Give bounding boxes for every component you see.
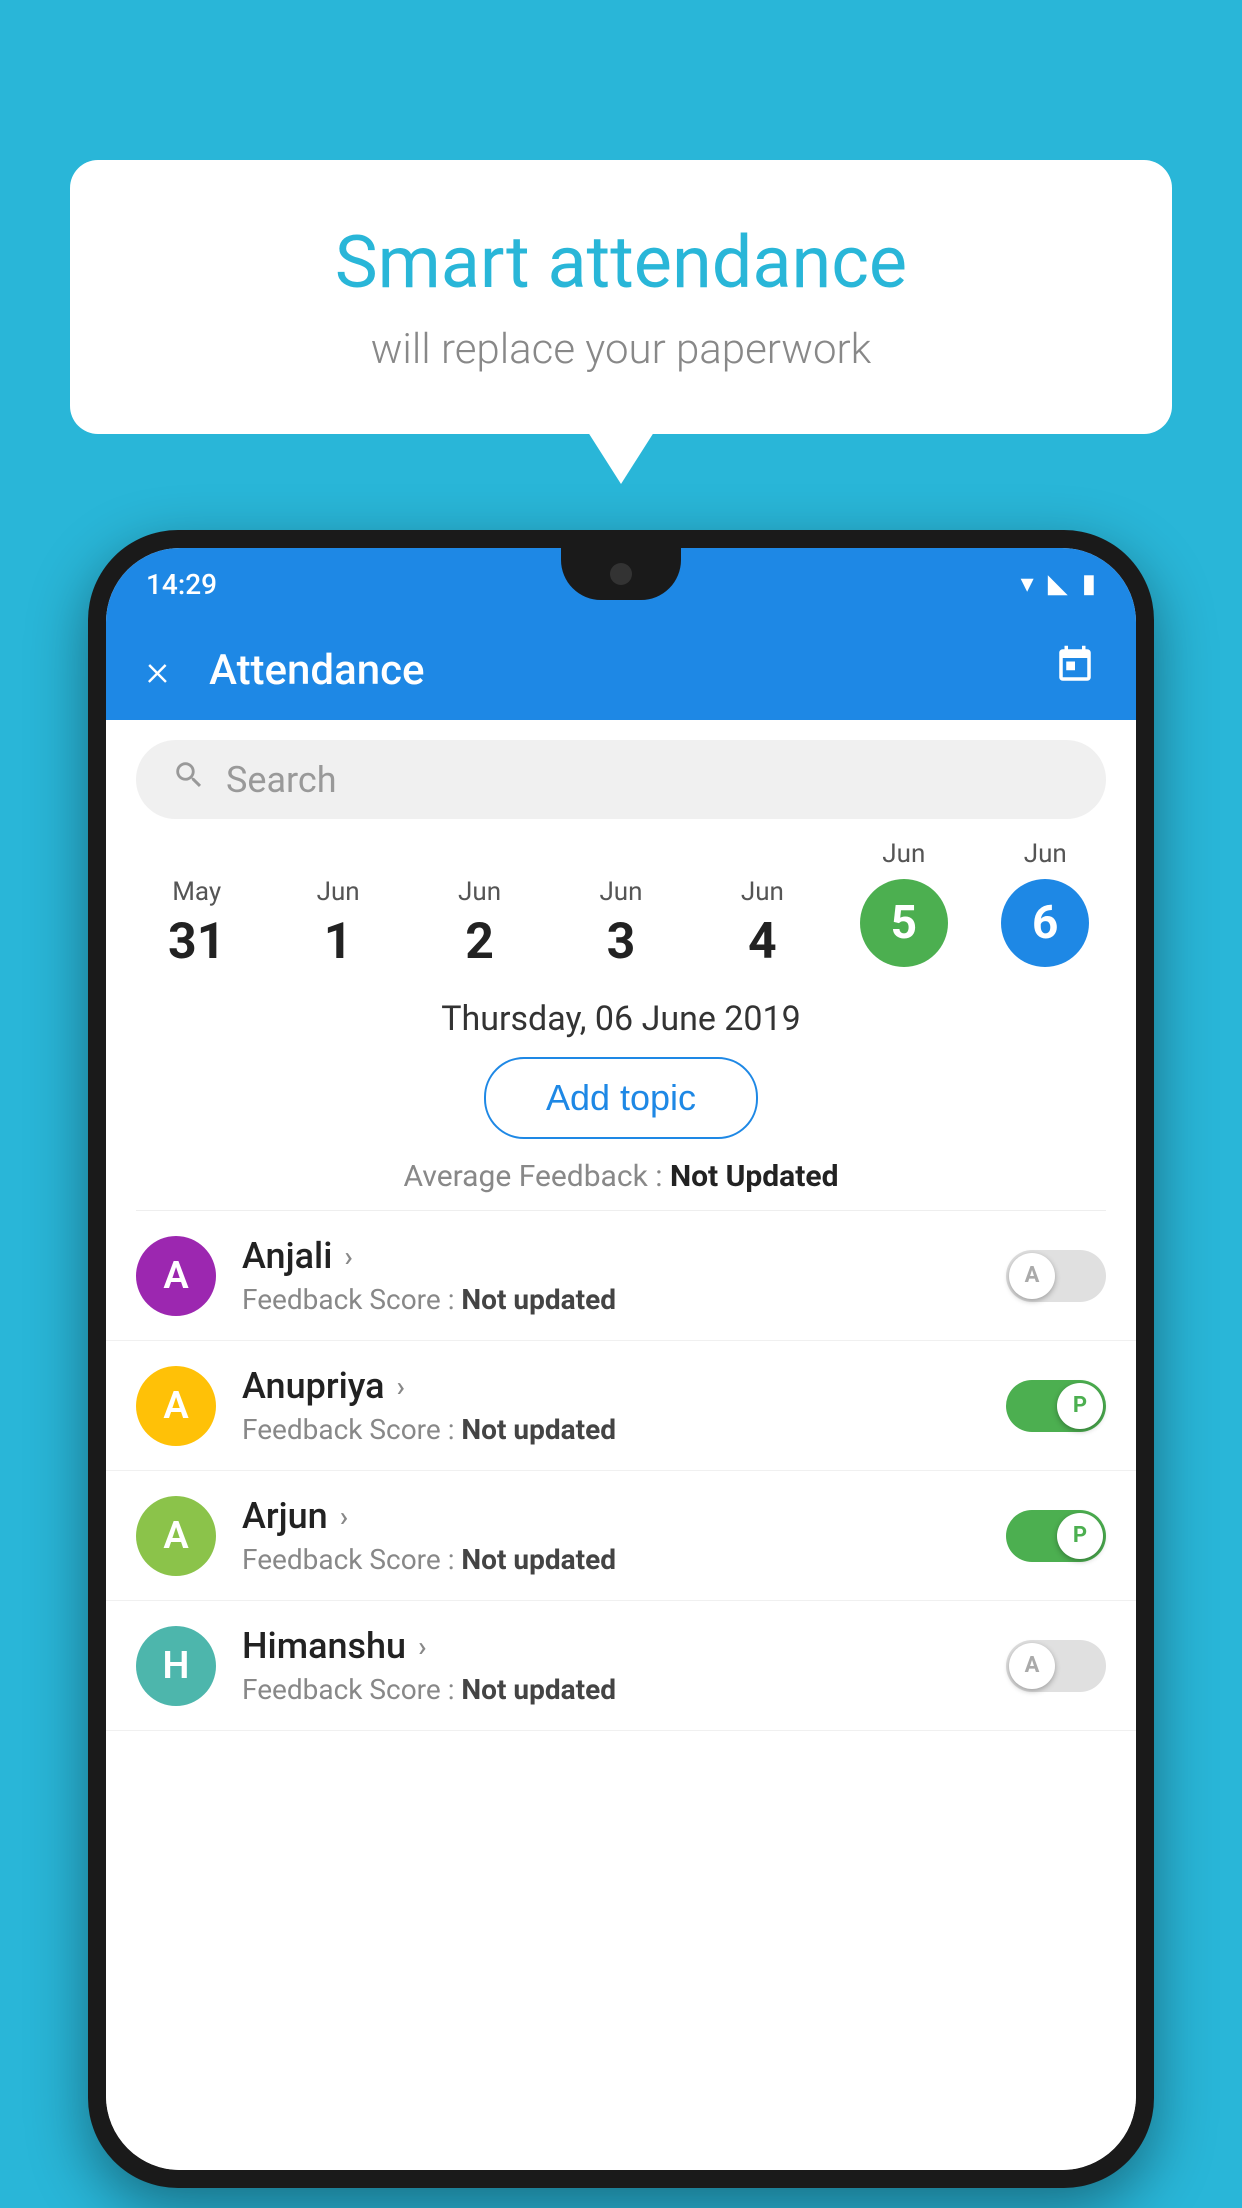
day-num-3: 3 [607,917,636,967]
day-month-3: Jun [599,877,642,907]
speech-bubble-container: Smart attendance will replace your paper… [70,160,1172,434]
student-name: Anupriya › [242,1365,1006,1407]
bubble-subtitle: will replace your paperwork [150,325,1092,374]
toggle-knob: P [1057,1383,1103,1429]
bubble-title: Smart attendance [150,220,1092,305]
speech-bubble: Smart attendance will replace your paper… [70,160,1172,434]
notch-camera [610,563,632,585]
student-feedback: Feedback Score : Not updated [242,1673,1006,1706]
calendar-row: May 31 Jun 1 Jun 2 Jun 3 [106,839,1136,983]
student-list: A Anjali › Feedback Score : Not updated … [106,1211,1136,2170]
avatar: A [136,1496,216,1576]
day-month-5: Jun [882,839,925,869]
calendar-day-5[interactable]: Jun 5 [833,839,974,967]
status-icons: ▾ ◣ ▮ [1021,569,1096,599]
wifi-icon: ▾ [1021,569,1034,599]
phone-frame: 14:29 ▾ ◣ ▮ × Attendance [88,530,1154,2188]
feedback-avg-value: Not Updated [670,1159,839,1194]
day-num-6: 6 [1032,900,1058,946]
attendance-toggle[interactable]: P [1006,1380,1106,1432]
student-name: Himanshu › [242,1625,1006,1667]
day-num-4: 4 [748,917,777,967]
list-item[interactable]: A Arjun › Feedback Score : Not updated P [106,1471,1136,1601]
list-item[interactable]: H Himanshu › Feedback Score : Not update… [106,1601,1136,1731]
day-num-2: 2 [465,917,494,967]
day-month-2: Jun [458,877,501,907]
calendar-day-0[interactable]: May 31 [126,877,267,967]
toggle-knob: A [1009,1253,1055,1299]
student-name: Arjun › [242,1495,1006,1537]
student-info: Anjali › Feedback Score : Not updated [242,1235,1006,1316]
notch [561,548,681,600]
phone-inner: 14:29 ▾ ◣ ▮ × Attendance [106,548,1136,2170]
calendar-day-1[interactable]: Jun 1 [267,877,408,967]
chevron-right-icon: › [418,1630,426,1663]
list-item[interactable]: A Anupriya › Feedback Score : Not update… [106,1341,1136,1471]
chevron-right-icon: › [397,1370,405,1403]
student-feedback: Feedback Score : Not updated [242,1413,1006,1446]
student-feedback: Feedback Score : Not updated [242,1543,1006,1576]
student-feedback: Feedback Score : Not updated [242,1283,1006,1316]
toggle-knob: A [1009,1643,1055,1689]
close-button[interactable]: × [146,644,169,696]
add-topic-button[interactable]: Add topic [484,1057,758,1139]
day-num-5: 5 [891,900,917,946]
calendar-icon[interactable] [1054,644,1096,696]
day-month-1: Jun [317,877,360,907]
attendance-toggle[interactable]: P [1006,1510,1106,1562]
day-month-4: Jun [741,877,784,907]
average-feedback: Average Feedback : Not Updated [106,1159,1136,1210]
student-name: Anjali › [242,1235,1006,1277]
chevron-right-icon: › [340,1500,348,1533]
day-num-0: 31 [168,917,225,967]
selected-date: Thursday, 06 June 2019 [106,983,1136,1057]
list-item[interactable]: A Anjali › Feedback Score : Not updated … [106,1211,1136,1341]
search-bar[interactable]: Search [136,740,1106,819]
calendar-day-4[interactable]: Jun 4 [692,877,833,967]
toggle-knob: P [1057,1513,1103,1559]
app-bar: × Attendance [106,620,1136,720]
calendar-day-6[interactable]: Jun 6 [975,839,1116,967]
app-content: Search May 31 Jun 1 Jun 2 [106,720,1136,2170]
day-num-1: 1 [324,917,353,967]
day-circle-6: 6 [1001,879,1089,967]
student-info: Anupriya › Feedback Score : Not updated [242,1365,1006,1446]
avatar: A [136,1366,216,1446]
status-bar: 14:29 ▾ ◣ ▮ [106,548,1136,620]
signal-icon: ◣ [1048,569,1068,599]
attendance-toggle[interactable]: A [1006,1250,1106,1302]
student-info: Arjun › Feedback Score : Not updated [242,1495,1006,1576]
calendar-day-2[interactable]: Jun 2 [409,877,550,967]
day-month-6: Jun [1024,839,1067,869]
search-icon [172,758,206,801]
day-circle-5: 5 [860,879,948,967]
app-bar-title: Attendance [209,646,1054,695]
day-month-0: May [172,877,221,907]
avatar: A [136,1236,216,1316]
battery-icon: ▮ [1082,569,1096,599]
status-time: 14:29 [146,568,217,601]
attendance-toggle[interactable]: A [1006,1640,1106,1692]
avatar: H [136,1626,216,1706]
chevron-right-icon: › [344,1240,352,1273]
calendar-day-3[interactable]: Jun 3 [550,877,691,967]
search-placeholder: Search [226,759,337,801]
feedback-avg-label: Average Feedback : [404,1159,670,1194]
student-info: Himanshu › Feedback Score : Not updated [242,1625,1006,1706]
